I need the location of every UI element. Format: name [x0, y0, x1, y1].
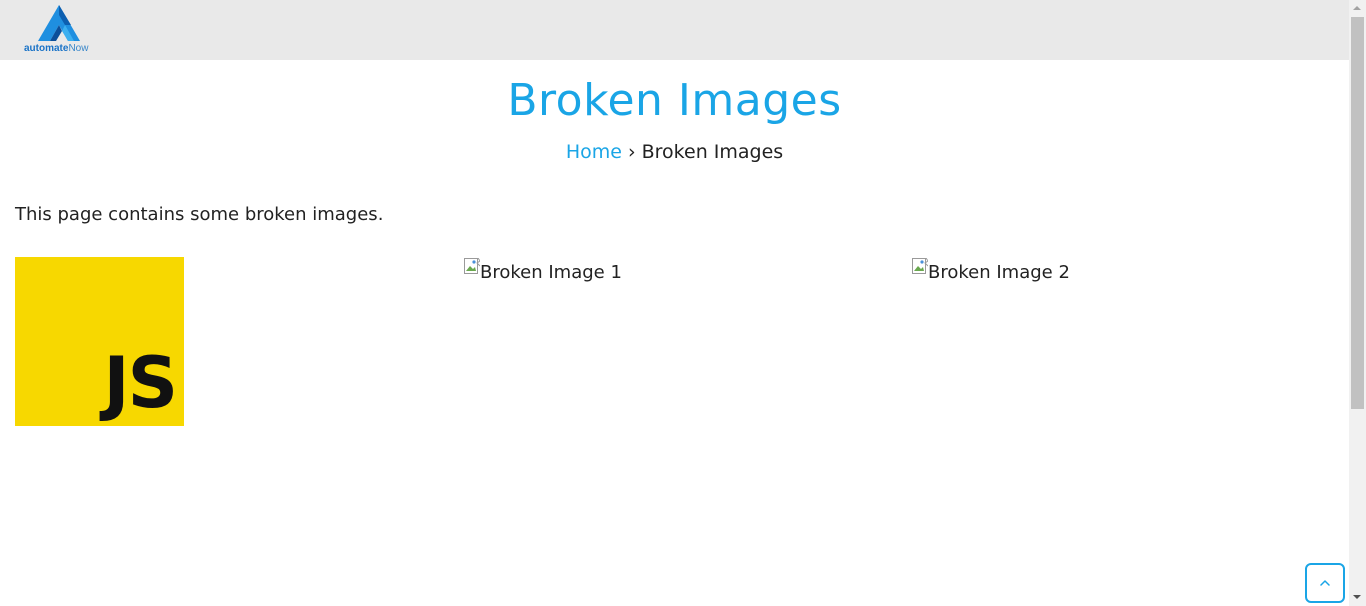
page-title: Broken Images [507, 75, 842, 126]
breadcrumb: Home › Broken Images [0, 140, 1349, 164]
intro-text: This page contains some broken images. [15, 204, 384, 225]
logo-text: automateNow [24, 43, 88, 55]
broken-image-2: Broken Image 2 [912, 258, 1070, 286]
scrollbar-up-arrow[interactable] [1353, 6, 1361, 10]
broken-image-1: Broken Image 1 [464, 258, 622, 286]
logo-link[interactable]: automateNow [24, 5, 96, 57]
automatenow-logo-icon [38, 5, 80, 41]
breadcrumb-separator: › [627, 141, 636, 163]
chevron-up-icon [1320, 580, 1330, 586]
page: automateNow Broken Images Home › Broken … [0, 0, 1366, 606]
vertical-scrollbar[interactable] [1349, 0, 1366, 606]
javascript-logo-image: JS [15, 257, 184, 426]
scrollbar-down-arrow[interactable] [1353, 595, 1361, 599]
viewport: automateNow Broken Images Home › Broken … [0, 0, 1349, 606]
broken-image-icon [464, 258, 480, 274]
site-header: automateNow [0, 0, 1349, 60]
scroll-to-top-button[interactable] [1305, 563, 1345, 603]
js-logo-text: JS [103, 342, 178, 424]
broken-image-icon [912, 258, 928, 274]
logo-word-bold: automate [24, 43, 69, 54]
breadcrumb-current: Broken Images [641, 141, 784, 163]
broken-image-1-alt: Broken Image 1 [480, 262, 622, 283]
broken-image-2-alt: Broken Image 2 [928, 262, 1070, 283]
scrollbar-thumb[interactable] [1351, 17, 1364, 409]
logo-word-light: Now [68, 43, 89, 54]
breadcrumb-home-link[interactable]: Home [566, 141, 622, 163]
